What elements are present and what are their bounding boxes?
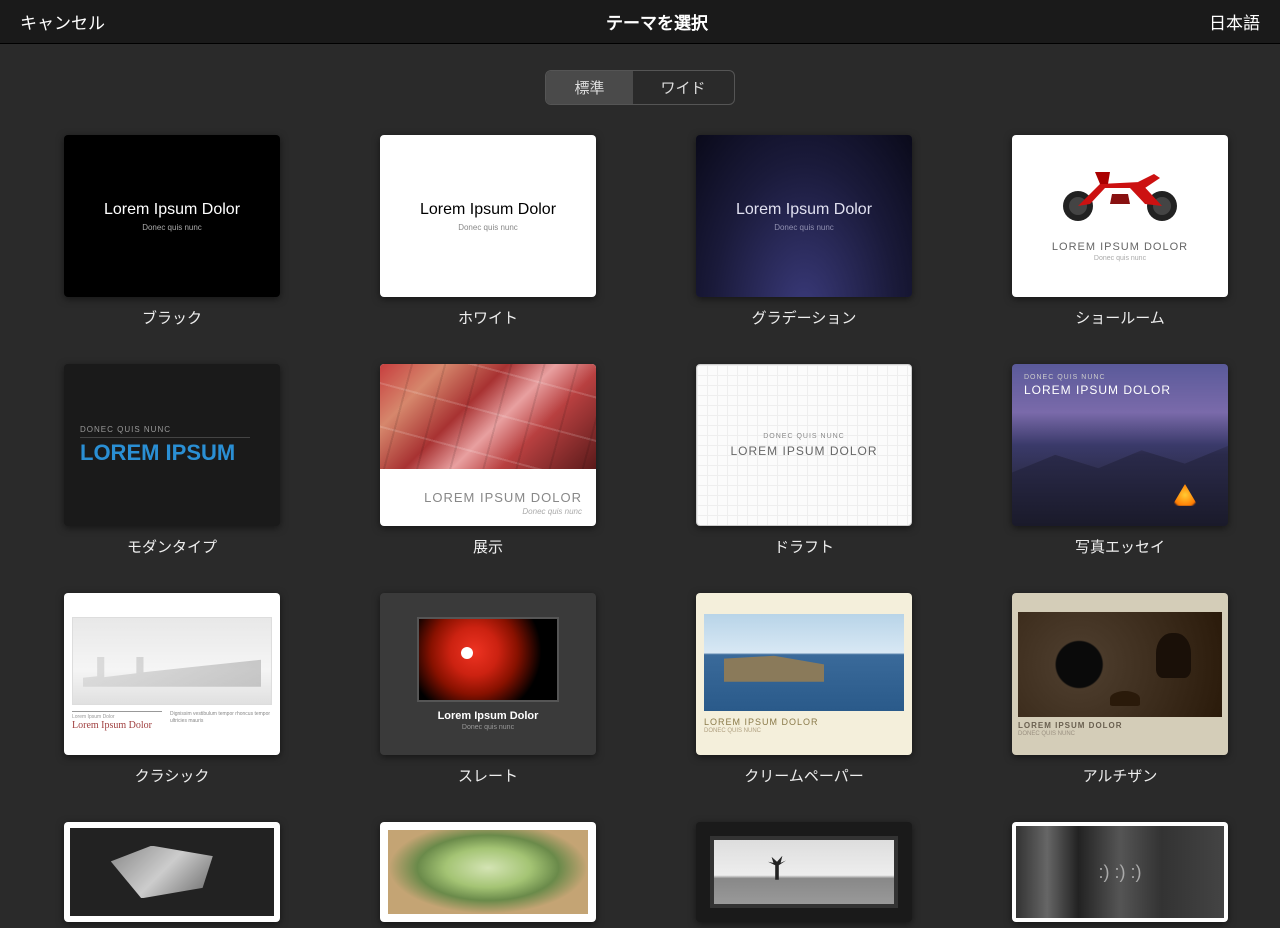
placeholder-sub: DONEC QUIS NUNC (1024, 374, 1106, 381)
aspect-segmented-wrap: 標準 ワイド (0, 44, 1280, 123)
theme-label: スレート (458, 765, 518, 786)
theme-label: グラデーション (752, 307, 857, 328)
placeholder-title: LOREM IPSUM DOLOR (1024, 383, 1171, 397)
theme-label: 写真エッセイ (1075, 536, 1165, 557)
segment-standard[interactable]: 標準 (546, 71, 632, 104)
theme-white[interactable]: Lorem Ipsum Dolor Donec quis nunc ホワイト (380, 135, 596, 328)
bridge-graphic (72, 617, 272, 705)
theme-thumbnail: LOREM IPSUM DOLOR DONEC QUIS NUNC (696, 593, 912, 755)
parrot-graphic (417, 617, 558, 702)
ocean-graphic (704, 614, 904, 710)
placeholder-sub: Donec quis nunc (522, 507, 582, 516)
placeholder-sub: Donec quis nunc (1094, 255, 1146, 262)
theme-thumbnail: LOREM IPSUM DOLOR DONEC QUIS NUNC (1012, 593, 1228, 755)
theme-artisan[interactable]: LOREM IPSUM DOLOR DONEC QUIS NUNC アルチザン (1012, 593, 1228, 786)
placeholder-title: Lorem Ipsum Dolor (420, 201, 556, 219)
theme-photo-essay[interactable]: DONEC QUIS NUNC LOREM IPSUM DOLOR 写真エッセイ (1012, 364, 1228, 557)
segment-wide[interactable]: ワイド (633, 71, 734, 104)
theme-thumbnail: DONEC QUIS NUNC LOREM IPSUM DOLOR (1012, 364, 1228, 526)
theme-label: ショールーム (1075, 307, 1165, 328)
placeholder-sub: Donec quis nunc (774, 223, 834, 232)
theme-item[interactable] (696, 822, 912, 922)
theme-thumbnail: Lorem Ipsum Dolor Donec quis nunc (64, 135, 280, 297)
placeholder-sub: Donec quis nunc (142, 223, 202, 232)
theme-label: ホワイト (458, 307, 518, 328)
theme-thumbnail: DONEC QUIS NUNC LOREM IPSUM DOLOR (696, 364, 912, 526)
theme-cream-paper[interactable]: LOREM IPSUM DOLOR DONEC QUIS NUNC クリームペー… (696, 593, 912, 786)
header-bar: キャンセル テーマを選択 日本語 (0, 0, 1280, 44)
placeholder-sub: DONEC QUIS NUNC (1018, 731, 1222, 737)
theme-thumbnail: LOREM IPSUM DOLOR Donec quis nunc (380, 364, 596, 526)
cancel-button[interactable]: キャンセル (20, 9, 105, 34)
aspect-segmented-control: 標準 ワイド (545, 70, 734, 105)
placeholder-sub: DONEC QUIS NUNC (763, 433, 845, 440)
pottery-graphic (1018, 612, 1222, 717)
theme-item[interactable] (380, 822, 596, 922)
placeholder-title: LOREM IPSUM DOLOR (1018, 721, 1222, 730)
placeholder-title: Lorem Ipsum Dolor (438, 710, 539, 722)
theme-label: 展示 (473, 536, 503, 557)
theme-thumbnail: DONEC QUIS NUNC LOREM IPSUM (64, 364, 280, 526)
placeholder-title: Lorem Ipsum Dolor (736, 201, 872, 219)
theme-thumbnail (380, 822, 596, 922)
theme-label: ブラック (142, 307, 202, 328)
placeholder-sub: DONEC QUIS NUNC (704, 728, 904, 734)
theme-black[interactable]: Lorem Ipsum Dolor Donec quis nunc ブラック (64, 135, 280, 328)
theme-thumbnail: Lorem Ipsum Dolor Donec quis nunc (380, 593, 596, 755)
placeholder-sub: Donec quis nunc (462, 724, 514, 731)
language-button[interactable]: 日本語 (1209, 9, 1260, 34)
theme-label: クラシック (135, 765, 210, 786)
theme-classic[interactable]: Lorem Ipsum Dolor Lorem Ipsum Dolor Dign… (64, 593, 280, 786)
theme-thumbnail: Lorem Ipsum Dolor Donec quis nunc (696, 135, 912, 297)
theme-thumbnail (64, 822, 280, 922)
theme-modern-type[interactable]: DONEC QUIS NUNC LOREM IPSUM モダンタイプ (64, 364, 280, 557)
theme-gradient[interactable]: Lorem Ipsum Dolor Donec quis nunc グラデーショ… (696, 135, 912, 328)
placeholder-title: LOREM IPSUM DOLOR (730, 444, 877, 458)
children-graphic (1016, 826, 1224, 918)
theme-slate[interactable]: Lorem Ipsum Dolor Donec quis nunc スレート (380, 593, 596, 786)
page-title: テーマを選択 (606, 9, 708, 34)
theme-draft[interactable]: DONEC QUIS NUNC LOREM IPSUM DOLOR ドラフト (696, 364, 912, 557)
theme-thumbnail (1012, 822, 1228, 922)
theme-item[interactable] (64, 822, 280, 922)
placeholder-body: Dignissim vestibulum tempor rhoncus temp… (170, 711, 272, 731)
abstract-graphic (380, 364, 596, 469)
theme-exhibition[interactable]: LOREM IPSUM DOLOR Donec quis nunc 展示 (380, 364, 596, 557)
theme-thumbnail: LOREM IPSUM DOLOR Donec quis nunc (1012, 135, 1228, 297)
trumpet-graphic (70, 828, 274, 916)
placeholder-title: Lorem Ipsum Dolor (104, 201, 240, 219)
theme-label: ドラフト (774, 536, 834, 557)
placeholder-title: LOREM IPSUM (80, 440, 235, 466)
placeholder-sub: DONEC QUIS NUNC (80, 425, 250, 438)
motorcycle-graphic (1023, 143, 1217, 235)
theme-showroom[interactable]: LOREM IPSUM DOLOR Donec quis nunc ショールーム (1012, 135, 1228, 328)
placeholder-title: Lorem Ipsum Dolor (72, 720, 162, 731)
theme-thumbnail: Lorem Ipsum Dolor Lorem Ipsum Dolor Dign… (64, 593, 280, 755)
theme-label: アルチザン (1083, 765, 1158, 786)
placeholder-sub: Donec quis nunc (458, 223, 518, 232)
placeholder-title: LOREM IPSUM DOLOR (704, 717, 904, 727)
tree-graphic (710, 836, 898, 908)
theme-label: クリームペーパー (744, 765, 863, 786)
theme-label: モダンタイプ (127, 536, 217, 557)
placeholder-title: LOREM IPSUM DOLOR (424, 490, 582, 505)
food-graphic (388, 830, 588, 914)
theme-grid: Lorem Ipsum Dolor Donec quis nunc ブラック L… (0, 123, 1280, 922)
theme-thumbnail (696, 822, 912, 922)
placeholder-title: LOREM IPSUM DOLOR (1052, 241, 1188, 253)
theme-item[interactable] (1012, 822, 1228, 922)
placeholder-tiny: Lorem Ipsum Dolor (72, 711, 162, 720)
theme-thumbnail: Lorem Ipsum Dolor Donec quis nunc (380, 135, 596, 297)
